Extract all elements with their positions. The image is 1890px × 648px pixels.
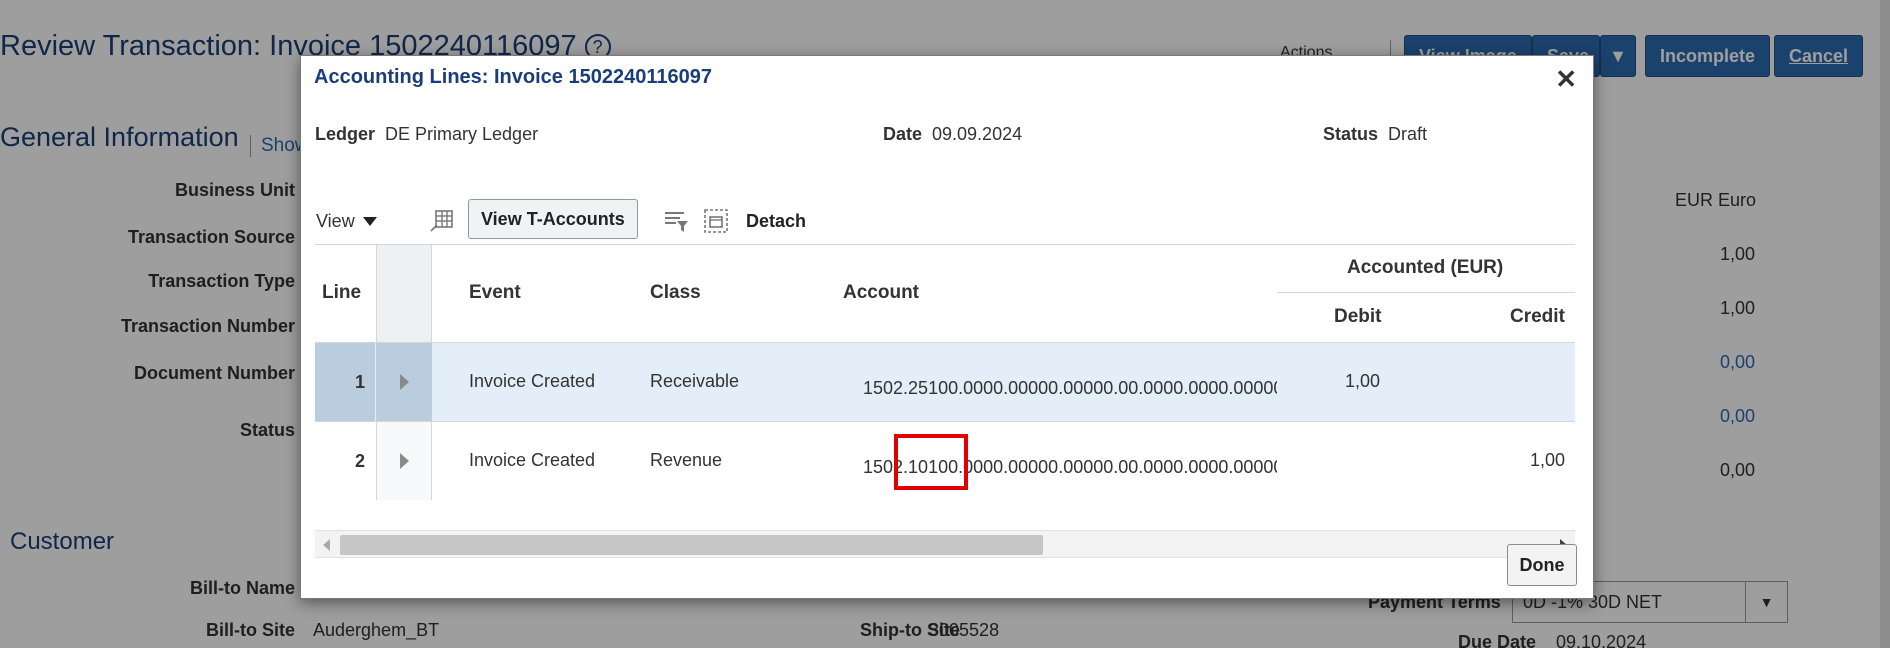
expand-row-icon[interactable] xyxy=(376,343,432,421)
event-cell: Invoice Created xyxy=(469,371,596,391)
column-header-debit[interactable]: Debit xyxy=(1334,306,1382,328)
query-by-example-icon[interactable] xyxy=(662,207,690,235)
column-header-account[interactable]: Account xyxy=(843,282,919,304)
table-row[interactable]: 1 Invoice Created Receivable 1502.25100.… xyxy=(315,342,1575,421)
accounting-lines-table: Line Event Class Account Accounted (EUR)… xyxy=(315,244,1575,529)
dialog-title: Accounting Lines: Invoice 1502240116097 xyxy=(314,66,712,88)
detach-button[interactable]: Detach xyxy=(746,211,806,232)
chevron-down-icon xyxy=(362,217,377,226)
view-t-accounts-button[interactable]: View T-Accounts xyxy=(468,199,638,239)
close-icon[interactable]: ✕ xyxy=(1555,64,1577,95)
debit-cell: 1,00 xyxy=(1345,371,1381,391)
column-header-credit[interactable]: Credit xyxy=(1510,306,1565,328)
freeze-columns-icon[interactable] xyxy=(428,207,456,235)
class-cell: Revenue xyxy=(650,450,723,470)
class-cell: Receivable xyxy=(650,371,740,391)
expand-header-cell xyxy=(376,245,432,342)
scrollbar-thumb[interactable] xyxy=(340,535,1043,555)
table-toolbar: View View T-Accounts Detach xyxy=(316,199,1576,249)
column-group-accounted: Accounted (EUR) xyxy=(1347,257,1504,278)
expand-row-icon[interactable] xyxy=(376,422,432,500)
detach-icon[interactable] xyxy=(702,207,730,235)
table-row[interactable]: 2 Invoice Created Revenue 1502.10100.000… xyxy=(315,421,1575,500)
column-header-class[interactable]: Class xyxy=(650,282,701,304)
ledger-field: Ledger DE Primary Ledger xyxy=(315,124,539,144)
column-header-line[interactable]: Line xyxy=(322,282,361,304)
event-cell: Invoice Created xyxy=(469,450,596,470)
credit-cell: 1,00 xyxy=(1530,450,1566,470)
scroll-left-icon[interactable] xyxy=(323,539,330,551)
accounting-lines-dialog: Accounting Lines: Invoice 1502240116097 … xyxy=(300,55,1594,599)
account-cell: 1502.25100.0000.00000.00000.00.0000.0000… xyxy=(863,378,1277,398)
header-divider xyxy=(1277,292,1575,293)
horizontal-scrollbar[interactable] xyxy=(315,530,1575,558)
status-field: Status Draft xyxy=(1323,124,1428,144)
line-number: 2 xyxy=(354,451,365,471)
account-cell: 1502.10100.0000.00000.00000.00.0000.0000… xyxy=(863,457,1277,477)
done-button[interactable]: Done xyxy=(1507,544,1577,586)
column-header-event[interactable]: Event xyxy=(469,282,521,304)
date-field: Date 09.09.2024 xyxy=(883,124,1023,144)
view-menu[interactable]: View xyxy=(316,211,377,232)
line-number: 1 xyxy=(315,343,375,421)
